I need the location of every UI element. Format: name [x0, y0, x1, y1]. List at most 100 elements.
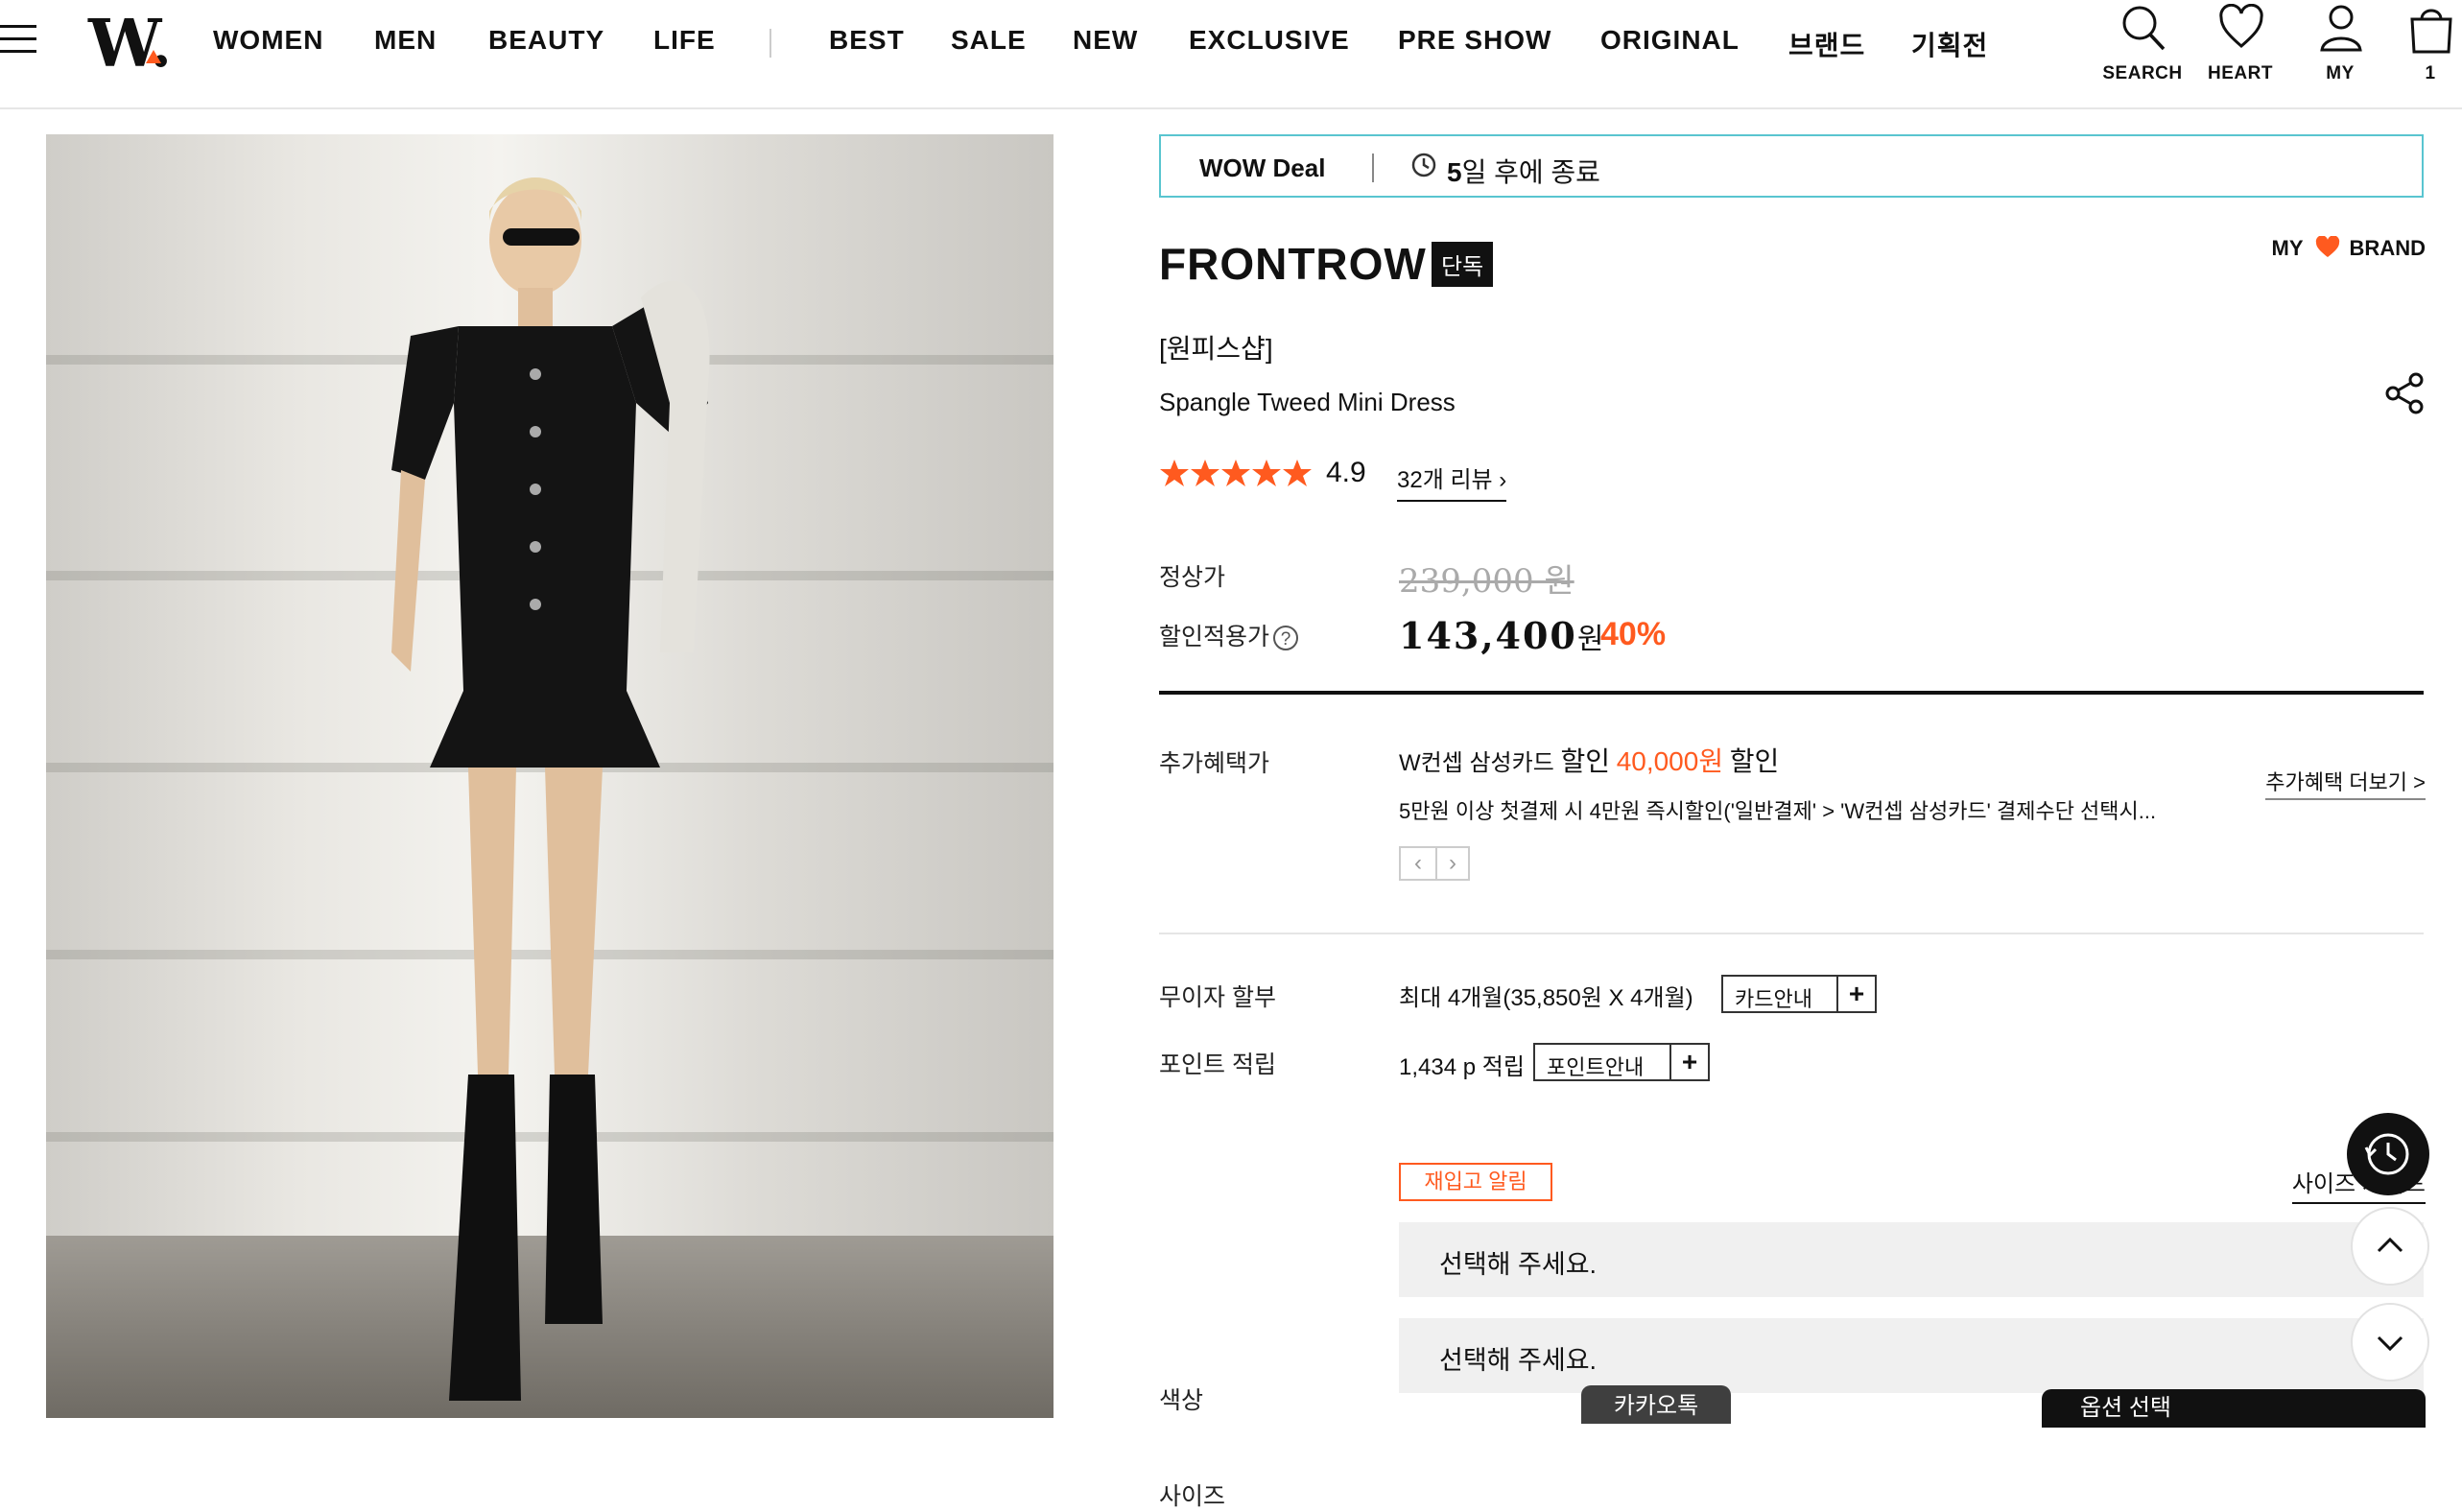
more-benefits-link[interactable]: 추가혜택 더보기 >: [2265, 766, 2426, 800]
plus-icon: +: [1836, 977, 1875, 1011]
star-icon: [1191, 460, 1219, 486]
nav-new[interactable]: NEW: [1073, 25, 1138, 56]
kakao-talk-button[interactable]: 카카오톡: [1581, 1385, 1731, 1424]
points-label: 포인트 적립: [1159, 1051, 1276, 1078]
wow-deal-banner: WOW Deal 5일 후에 종료: [1159, 134, 2424, 198]
nav-best[interactable]: BEST: [829, 25, 905, 56]
sale-price-label: 할인적용가?: [1159, 618, 1299, 652]
color-select[interactable]: 선택해 주세요.: [1399, 1222, 2424, 1297]
reviews-count: 32개 리뷰: [1397, 467, 1493, 493]
nav-life[interactable]: LIFE: [653, 25, 716, 56]
my-label: MY: [2326, 63, 2355, 83]
discount-rate: 40%: [1600, 616, 1667, 652]
price-divider: [1159, 691, 2424, 695]
user-icon: [2320, 5, 2362, 52]
benefit-pager: ‹ ›: [1399, 846, 1470, 881]
plus-icon: +: [1669, 1045, 1708, 1079]
benefit-divider: [1159, 933, 2424, 934]
points-guide-button[interactable]: 포인트안내 +: [1533, 1043, 1710, 1081]
nav-exclusive[interactable]: EXCLUSIVE: [1189, 25, 1350, 56]
recent-history-button[interactable]: [2347, 1113, 2429, 1195]
card-benefit: W컨셉 삼성카드 할인 40,000원 할인: [1399, 741, 1779, 779]
search-label: SEARCH: [2102, 63, 2183, 83]
size-select-placeholder: 선택해 주세요.: [1439, 1346, 1598, 1375]
heart-button[interactable]: HEART: [2197, 0, 2284, 96]
logo-accent: [146, 50, 161, 63]
history-icon: [2364, 1133, 2409, 1175]
cart-button[interactable]: 1: [2399, 0, 2462, 96]
heart-filled-icon: [2315, 236, 2339, 258]
size-label: 사이즈: [1159, 1483, 1226, 1510]
scroll-up-button[interactable]: [2351, 1207, 2429, 1286]
nav-men[interactable]: MEN: [374, 25, 437, 56]
nav-original[interactable]: ORIGINAL: [1600, 25, 1740, 56]
menu-icon[interactable]: [0, 23, 38, 56]
site-logo[interactable]: W.: [88, 6, 172, 83]
star-icon: [1221, 460, 1250, 486]
installment-value: 최대 4개월(35,850원 X 4개월): [1399, 985, 1693, 1011]
sale-price: 143,400원: [1399, 614, 1605, 657]
benefit-suffix: 할인: [1729, 746, 1780, 776]
nav-sale[interactable]: SALE: [951, 25, 1027, 56]
deal-time-suffix: 일 후에 종료: [1461, 157, 1600, 187]
star-icon: [1283, 460, 1312, 486]
restock-alert-button[interactable]: 재입고 알림: [1399, 1163, 1552, 1201]
my-brand-my: MY: [2271, 236, 2304, 260]
brand-name[interactable]: FRONTROW: [1159, 238, 1427, 290]
cart-bag-icon: [2410, 9, 2452, 54]
nav-pre-show[interactable]: PRE SHOW: [1398, 25, 1551, 56]
size-select[interactable]: 선택해 주세요.: [1399, 1318, 2424, 1393]
points-guide-label: 포인트안내: [1547, 1055, 1645, 1079]
nav-divider: [769, 29, 771, 58]
share-icon[interactable]: [2383, 372, 2426, 414]
regular-price: 239,000 원: [1399, 562, 1574, 601]
chevron-right-icon[interactable]: ›: [1435, 848, 1470, 879]
color-label: 색상: [1159, 1387, 1204, 1414]
rating-stars: [1160, 460, 1312, 486]
star-icon: [1160, 460, 1189, 486]
heart-icon: [2219, 4, 2263, 48]
nav-women[interactable]: WOMEN: [213, 25, 323, 56]
points-value: 1,434 p 적립: [1399, 1054, 1525, 1080]
deal-label: WOW Deal: [1199, 154, 1326, 182]
scroll-down-button[interactable]: [2351, 1303, 2429, 1382]
heart-label: HEART: [2208, 63, 2273, 83]
search-button[interactable]: SEARCH: [2099, 0, 2186, 96]
sale-price-label-text: 할인적용가: [1159, 624, 1270, 650]
regular-price-label: 정상가: [1159, 564, 1226, 591]
cart-count: 1: [2425, 63, 2436, 83]
my-button[interactable]: MY: [2297, 0, 2383, 96]
benefit-amount: 40,000원: [1616, 746, 1724, 776]
exclusive-badge: 단독: [1432, 242, 1494, 287]
reviews-link[interactable]: 32개 리뷰 ›: [1397, 461, 1507, 502]
nav-specials[interactable]: 기획전: [1911, 25, 1988, 63]
nav-beauty[interactable]: BEAUTY: [488, 25, 604, 56]
deal-days: 5: [1447, 157, 1462, 187]
benefit-discount-word: 할인: [1560, 746, 1611, 776]
color-select-placeholder: 선택해 주세요.: [1439, 1250, 1598, 1279]
rating-value: 4.9: [1326, 457, 1366, 488]
search-icon: [2122, 6, 2166, 51]
chevron-up-icon: [2377, 1237, 2403, 1253]
nav-brands[interactable]: 브랜드: [1788, 25, 1865, 63]
product-category[interactable]: [원피스샵]: [1159, 328, 1273, 366]
deal-time-left: 5일 후에 종료: [1447, 152, 1600, 190]
card-guide-button[interactable]: 카드안내 +: [1721, 975, 1877, 1013]
clock-icon: [1411, 153, 1436, 177]
top-header: W. WOMEN MEN BEAUTY LIFE BEST SALE NEW E…: [0, 0, 2462, 109]
card-guide-label: 카드안내: [1735, 987, 1812, 1011]
star-icon: [1252, 460, 1281, 486]
benefit-label: 추가혜택가: [1159, 750, 1270, 777]
chevron-left-icon[interactable]: ‹: [1401, 848, 1437, 879]
benefit-detail: 5만원 이상 첫결제 시 4만원 즉시할인('일반결제' > 'W컨셉 삼성카드…: [1399, 799, 2157, 823]
installment-label: 무이자 할부: [1159, 984, 1276, 1011]
deal-divider: [1372, 154, 1374, 182]
product-image[interactable]: [46, 134, 1053, 1418]
help-icon[interactable]: ?: [1273, 626, 1299, 651]
model-figure: [391, 177, 710, 1401]
my-brand-brand: BRAND: [2349, 236, 2426, 260]
product-name: Spangle Tweed Mini Dress: [1159, 388, 1456, 416]
benefit-card-name: W컨셉 삼성카드: [1399, 750, 1554, 776]
option-select-bar[interactable]: 옵션 선택: [2042, 1389, 2426, 1428]
my-brand-button[interactable]: MY BRAND: [2272, 236, 2426, 263]
